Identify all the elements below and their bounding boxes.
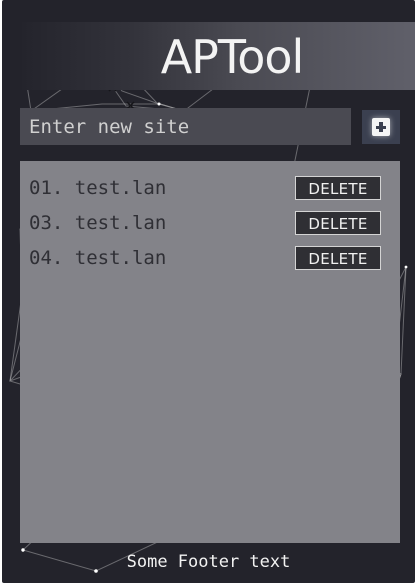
site-number: 04.: [29, 247, 64, 269]
new-site-input[interactable]: [29, 108, 351, 145]
footer-text: Some Footer text: [126, 552, 291, 572]
plus-vertical-bar: [379, 122, 383, 132]
site-name: test.lan: [74, 177, 167, 199]
add-site-button[interactable]: [362, 110, 400, 144]
site-entry: 01. test.lan: [29, 176, 166, 200]
app-header: APTool: [22, 22, 415, 90]
aptool-app: APTool 01. test.lan DELETE 03. t: [2, 0, 415, 583]
site-number: 03.: [29, 212, 64, 234]
page-title: APTool: [160, 30, 305, 84]
delete-button[interactable]: DELETE: [295, 211, 381, 235]
site-list-panel: 01. test.lan DELETE 03. test.lan DELETE …: [20, 161, 400, 543]
site-number: 01.: [29, 177, 64, 199]
site-name: test.lan: [74, 212, 167, 234]
delete-button[interactable]: DELETE: [295, 246, 381, 270]
site-entry: 04. test.lan: [29, 246, 166, 270]
plus-square-icon: [372, 118, 390, 136]
screenshot-frame: APTool 01. test.lan DELETE 03. t: [0, 0, 417, 588]
site-list-item: 01. test.lan DELETE: [29, 176, 384, 200]
delete-button[interactable]: DELETE: [295, 176, 381, 200]
site-name: test.lan: [74, 247, 167, 269]
site-list-item: 03. test.lan DELETE: [29, 211, 384, 235]
site-entry: 03. test.lan: [29, 211, 166, 235]
site-list-item: 04. test.lan DELETE: [29, 246, 384, 270]
site-input-container: [20, 108, 351, 145]
